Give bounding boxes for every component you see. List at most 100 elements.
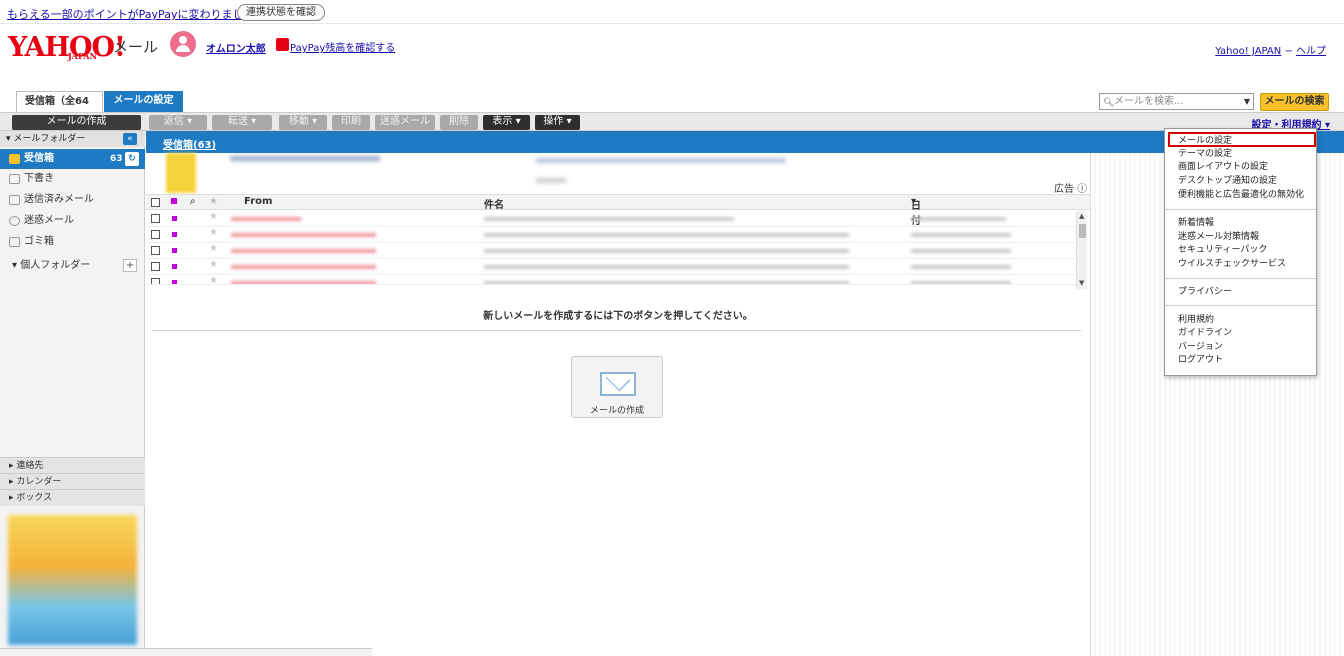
unread-column-icon[interactable] [171,198,177,204]
personal-folders[interactable]: ▾ 個人フォルダー + [0,257,145,275]
table-row[interactable]: ★ [146,275,1076,285]
tab-inbox[interactable]: 受信箱（全64件） [16,91,103,127]
sidebar-ad-image[interactable] [8,515,137,645]
table-row[interactable]: ★ [146,211,1076,227]
section-calendar[interactable]: ▸ カレンダー [0,473,145,490]
menu-separator [1165,278,1316,279]
sidebar-item-trash[interactable]: ゴミ箱 [0,232,145,252]
help-link[interactable]: ヘルプ [1296,46,1326,57]
star-column-icon[interactable]: ★ [209,196,218,207]
move-button[interactable]: 移動 ▾ [279,115,327,130]
row-checkbox[interactable] [151,230,160,239]
table-row[interactable]: ★ [146,227,1076,243]
yahoo-japan-link[interactable]: Yahoo! JAPAN [1215,46,1281,57]
menu-item-security-pack[interactable]: セキュリティーパック [1178,244,1267,256]
chevron-down-icon[interactable]: ▼ [1244,94,1250,109]
menu-separator [1165,209,1316,210]
star-icon[interactable]: ★ [209,275,218,284]
toolbar: メールの作成 返信 ▾ 転送 ▾ 移動 ▾ 印刷 迷惑メール 削除 表示 ▾ 操… [0,112,1344,131]
star-icon[interactable]: ★ [209,259,218,270]
star-icon[interactable]: ★ [209,243,218,254]
yahoo-logo-sub: JAPAN [68,51,97,61]
paypay-notice-link[interactable]: もらえる一部のポイントがPayPayに変わりました [7,6,254,22]
star-icon[interactable]: ★ [209,211,218,222]
column-from[interactable]: From [244,196,272,207]
yahoo-logo[interactable]: YAHOO! [8,32,126,63]
tab-settings[interactable]: メールの設定 [104,91,183,112]
section-box[interactable]: ▸ ボックス [0,489,145,506]
scroll-down-icon[interactable]: ▼ [1079,279,1084,287]
envelope-icon [600,372,636,396]
compose-hint: 新しいメールを作成するには下のボタンを押してください。 [483,311,753,322]
menu-item-news[interactable]: 新着情報 [1178,217,1214,229]
section-contacts[interactable]: ▸ 連絡先 [0,457,145,474]
menu-item-virus-check[interactable]: ウイルスチェックサービス [1178,258,1286,270]
menu-item-theme-settings[interactable]: テーマの設定 [1178,148,1232,160]
sidebar-item-drafts[interactable]: 下書き [0,169,145,189]
scroll-up-icon[interactable]: ▲ [1079,212,1084,220]
menu-item-layout-settings[interactable]: 画面レイアウトの設定 [1178,161,1268,173]
add-folder-icon[interactable]: + [123,259,137,272]
reply-button[interactable]: 返信 ▾ [149,115,207,130]
menu-item-privacy[interactable]: プライバシー [1178,286,1232,298]
paypay-balance-link[interactable]: PayPay残高を確認する [290,39,395,54]
row-checkbox[interactable] [151,278,160,284]
collapse-sidebar-icon[interactable]: « [123,133,137,145]
sidebar-item-label: ゴミ箱 [24,236,54,247]
from-blurred [231,265,376,269]
refresh-icon[interactable]: ↻ [125,152,139,166]
link-separator: − [1284,46,1296,57]
forward-label: 転送 [227,116,248,127]
sidebar-item-sent[interactable]: 送信済みメール [0,190,145,210]
actions-button[interactable]: 操作 ▾ [535,115,580,130]
date-blurred [911,217,1006,221]
column-subject[interactable]: 件名 [484,196,504,211]
attachment-icon[interactable]: ⌕ [190,196,196,207]
search-input[interactable]: 🔍︎ メールを検索... ▼ [1099,93,1254,110]
sidebar-item-inbox[interactable]: 受信箱 63 ↻ [0,149,145,169]
row-checkbox[interactable] [151,214,160,223]
ad-label: 広告 ⓘ [1054,184,1088,195]
compose-mail-button[interactable]: メールの作成 [571,356,663,418]
sidebar-item-spam[interactable]: 迷惑メール [0,211,145,231]
search-button[interactable]: メールの検索 [1260,93,1329,111]
folder-title[interactable]: 受信箱(63) [163,136,216,151]
column-date[interactable]: 日付 ▾ [911,196,921,227]
select-all-checkbox[interactable] [151,198,160,207]
menu-item-guidelines[interactable]: ガイドライン [1178,327,1232,339]
ad-row[interactable]: 広告 ⓘ [146,153,1090,195]
forward-button[interactable]: 転送 ▾ [212,115,272,130]
compose-button[interactable]: メールの作成 [12,115,141,130]
list-scrollbar[interactable]: ▲ ▼ [1076,211,1087,289]
menu-item-terms[interactable]: 利用規約 [1178,314,1214,326]
spam-button[interactable]: 迷惑メール [375,115,435,130]
table-row[interactable]: ★ [146,259,1076,275]
print-button[interactable]: 印刷 [332,115,370,130]
paypay-icon [276,38,289,51]
star-icon[interactable]: ★ [209,227,218,238]
scroll-thumb[interactable] [1079,224,1086,238]
menu-item-desktop-notification[interactable]: デスクトップ通知の設定 [1178,175,1277,187]
avatar[interactable] [170,31,196,57]
check-link-status-button[interactable]: 連携状態を確認 [237,4,325,21]
view-button[interactable]: 表示 ▾ [483,115,530,130]
inbox-icon [9,154,20,164]
menu-item-spam-info[interactable]: 迷惑メール対策情報 [1178,231,1259,243]
menu-item-disable-ad-optimization[interactable]: 便利機能と広告最適化の無効化 [1178,189,1304,201]
row-checkbox[interactable] [151,262,160,271]
username-link[interactable]: オムロン太郎 [206,40,266,55]
compose-mail-label: メールの作成 [589,406,644,416]
menu-item-logout[interactable]: ログアウト [1178,354,1223,366]
shield-icon [9,216,20,226]
menu-separator [1165,305,1316,306]
draft-icon [9,174,20,184]
view-label: 表示 [492,116,513,127]
menu-item-version[interactable]: バージョン [1178,341,1223,353]
browser-status-bar [0,648,372,656]
section-calendar-label: カレンダー [16,477,62,487]
menu-item-mail-settings[interactable]: メールの設定 [1178,135,1232,147]
unread-dot [172,280,177,284]
table-row[interactable]: ★ [146,243,1076,259]
row-checkbox[interactable] [151,246,160,255]
delete-button[interactable]: 削除 [440,115,478,130]
